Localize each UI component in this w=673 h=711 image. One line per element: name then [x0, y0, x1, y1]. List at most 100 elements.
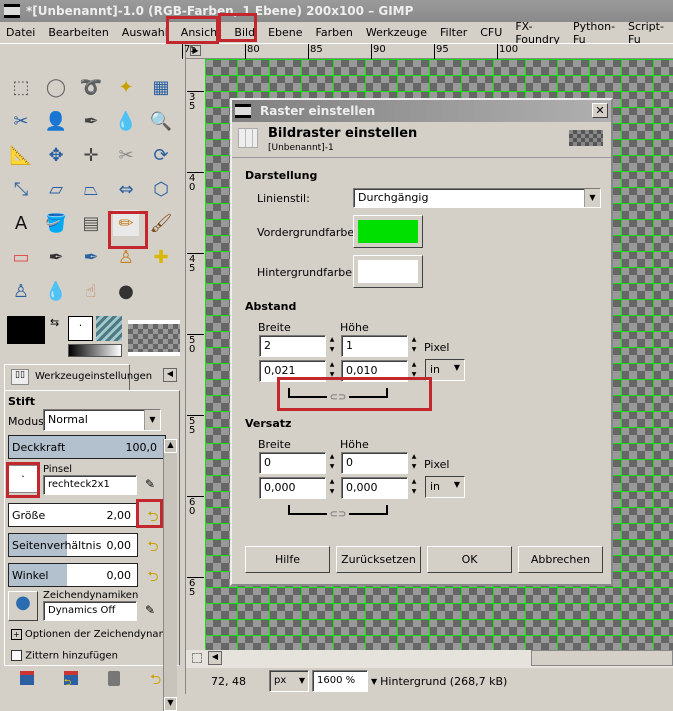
ok-button[interactable]: OK	[427, 546, 512, 573]
angle-slider[interactable]: Winkel 0,00	[8, 563, 138, 587]
tool-color-picker[interactable]: 💧	[113, 108, 139, 134]
cancel-button[interactable]: Abbrechen	[518, 546, 603, 573]
tool-eraser[interactable]: ▭	[8, 244, 34, 270]
tool-heal[interactable]: ✚	[148, 244, 174, 270]
spacing-height-px-spinner[interactable]: ▲ ▼	[409, 335, 419, 357]
tool-scale[interactable]: ⤡	[8, 176, 34, 202]
tool-perspective-clone[interactable]: ♙	[8, 278, 34, 304]
dialog-title-bar[interactable]: Raster einstellen ✕	[232, 100, 611, 122]
tool-flip[interactable]: ⇔	[113, 176, 139, 202]
bg-color-button[interactable]	[353, 255, 423, 288]
spacing-height-px-input[interactable]: 1	[341, 335, 408, 357]
quick-mask-toggle[interactable]	[192, 653, 202, 663]
tool-ellipse-select[interactable]: ◯	[43, 74, 69, 100]
tool-ink[interactable]: ✒	[78, 244, 104, 270]
restore-options-icon[interactable]: ⮌	[64, 671, 78, 688]
opacity-slider[interactable]: Deckkraft 100,0	[8, 435, 166, 459]
tool-rotate[interactable]: ⟳	[148, 142, 174, 168]
scroll-thumb[interactable]	[531, 650, 673, 666]
tool-smudge[interactable]: ☝	[78, 278, 104, 304]
brush-select-button[interactable]: ·	[8, 465, 38, 493]
offset-width-in-spinner[interactable]: ▲ ▼	[327, 477, 337, 499]
size-slider[interactable]: Größe 2,00	[8, 503, 138, 527]
tool-blur[interactable]: 💧	[43, 278, 69, 304]
brush-preview[interactable]: ·	[68, 316, 93, 341]
spacing-height-in-spinner[interactable]: ▲ ▼	[409, 360, 419, 382]
reset-options-icon[interactable]: ⮌	[150, 669, 161, 693]
menu-bild[interactable]: Bild	[234, 26, 255, 39]
delete-options-icon[interactable]	[108, 671, 120, 686]
menu-ebene[interactable]: Ebene	[268, 26, 302, 39]
offset-height-px-spinner[interactable]: ▲ ▼	[409, 452, 419, 474]
tool-blend[interactable]: ▤	[78, 210, 104, 236]
tool-scissors[interactable]: ✂	[8, 108, 34, 134]
close-button[interactable]: ✕	[592, 103, 608, 118]
menu-cfu[interactable]: CFU	[480, 26, 502, 39]
fg-color-button[interactable]	[353, 215, 423, 248]
foreground-color-swatch[interactable]	[7, 316, 45, 344]
jitter-checkbox[interactable]: Zittern hinzufügen	[11, 650, 118, 662]
image-preview[interactable]	[128, 320, 180, 356]
menu-script-fu[interactable]: Script-Fu	[628, 20, 664, 46]
tool-foreground-select[interactable]: 👤	[43, 108, 69, 134]
dynamics-field[interactable]: Dynamics Off	[43, 601, 137, 621]
spacing-width-px-spinner[interactable]: ▲ ▼	[327, 335, 337, 357]
menu-bearbeiten[interactable]: Bearbeiten	[48, 26, 108, 39]
tab-menu-button[interactable]: ◀	[163, 368, 177, 382]
tool-bucket-fill[interactable]: 🪣	[43, 210, 69, 236]
scroll-left-button[interactable]: ◀	[208, 651, 222, 665]
swap-colors-icon[interactable]: ⇆	[50, 316, 59, 329]
menu-auswahl[interactable]: Auswahl	[122, 26, 168, 39]
linestyle-select[interactable]: Durchgängig ▼	[353, 188, 601, 208]
tool-paintbrush[interactable]: 🖌	[148, 210, 174, 236]
offset-width-px-input[interactable]: 0	[259, 452, 326, 474]
brush-name-field[interactable]: rechteck2x1	[43, 475, 137, 495]
mode-select[interactable]: Normal ▼	[43, 409, 161, 431]
menu-python-fu[interactable]: Python-Fu	[573, 20, 615, 46]
horizontal-scrollbar[interactable]: ◀	[186, 650, 673, 668]
tool-fuzzy-select[interactable]: ✦	[113, 74, 139, 100]
offset-width-in-input[interactable]: 0,000	[259, 477, 326, 499]
tool-free-select[interactable]: ➰	[78, 74, 104, 100]
tab-werkzeugeinstellungen[interactable]: ▯▯ Werkzeugeinstellungen	[4, 364, 152, 390]
spacing-width-in-input[interactable]: 0,021	[259, 360, 326, 382]
reset-size-icon[interactable]: ⮌	[142, 506, 164, 525]
tool-dodge-burn[interactable]: ●	[113, 278, 139, 304]
aspect-ratio-slider[interactable]: Seitenverhältnis 0,00	[8, 533, 138, 557]
unit-select[interactable]: px ▼	[269, 670, 309, 692]
tool-move[interactable]: ✥	[43, 142, 69, 168]
reset-angle-icon[interactable]: ⮌	[142, 566, 164, 585]
tool-select-by-color[interactable]: ▦	[148, 74, 174, 100]
tool-cage[interactable]: ⬡	[148, 176, 174, 202]
dialog-menu-icon[interactable]	[235, 104, 251, 118]
tool-airbrush[interactable]: ✒	[43, 244, 69, 270]
offset-width-px-spinner[interactable]: ▲ ▼	[327, 452, 337, 474]
tool-measure[interactable]: 📐	[8, 142, 34, 168]
spacing-width-in-spinner[interactable]: ▲ ▼	[327, 360, 337, 382]
menu-werkzeuge[interactable]: Werkzeuge	[366, 26, 427, 39]
tool-pencil[interactable]: ✏	[113, 210, 139, 236]
menu-filter[interactable]: Filter	[440, 26, 467, 39]
dynamics-button[interactable]: ●	[8, 591, 38, 621]
quick-mask-menu-icon[interactable]: ▶	[190, 45, 201, 56]
window-menu-icon[interactable]	[4, 4, 20, 18]
save-options-icon[interactable]	[20, 671, 34, 685]
edit-brush-icon[interactable]: ✎	[145, 477, 155, 491]
dynamics-options-expander[interactable]: + Optionen der Zeichendynamik	[11, 629, 177, 640]
tool-perspective[interactable]: ⏢	[78, 176, 104, 202]
spacing-height-in-input[interactable]: 0,010	[341, 360, 408, 382]
zoom-dropdown-icon[interactable]: ▼	[371, 677, 377, 686]
tool-paths[interactable]: ✒	[78, 108, 104, 134]
offset-height-px-input[interactable]: 0	[341, 452, 408, 474]
tool-shear[interactable]: ▱	[43, 176, 69, 202]
spacing-width-px-input[interactable]: 2	[259, 335, 326, 357]
tool-zoom[interactable]: 🔍	[148, 108, 174, 134]
edit-dynamics-icon[interactable]: ✎	[145, 603, 155, 617]
help-button[interactable]: Hilfe	[245, 546, 330, 573]
offset-unit-select[interactable]: in ▼	[425, 476, 465, 498]
tool-options-scrollbar[interactable]: ▲ ▼	[163, 439, 177, 711]
tool-rect-select[interactable]: ⬚	[8, 74, 34, 100]
gradient-preview[interactable]	[68, 344, 122, 357]
menu-datei[interactable]: Datei	[6, 26, 35, 39]
zoom-select[interactable]: 1600 %	[312, 670, 368, 692]
